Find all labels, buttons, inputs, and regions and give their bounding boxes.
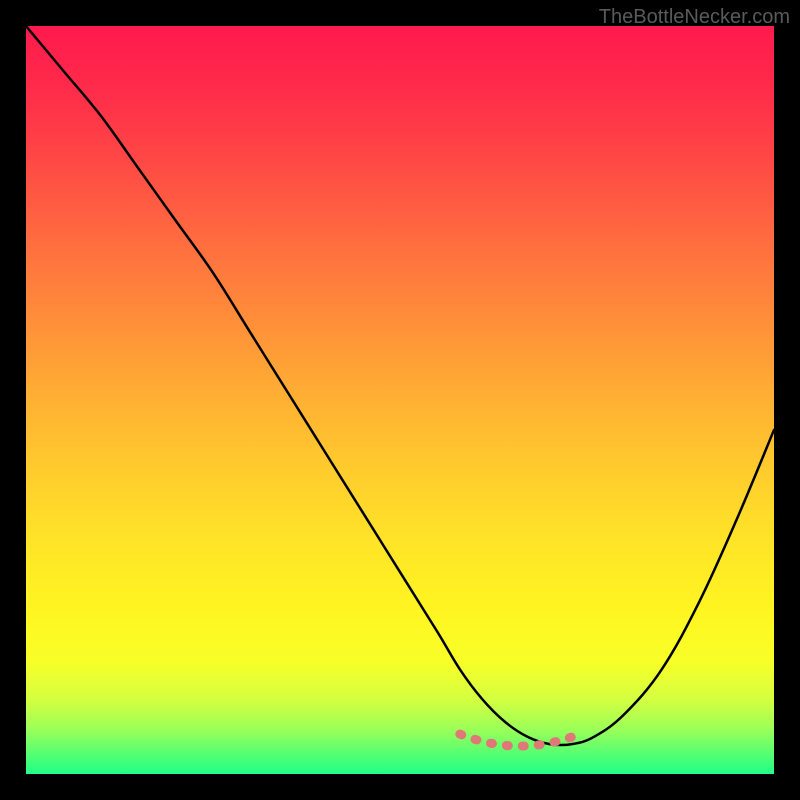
bottleneck-curve — [26, 26, 774, 745]
watermark-text: TheBottleNecker.com — [599, 6, 790, 29]
plot-area — [26, 26, 774, 774]
chart-svg — [26, 26, 774, 774]
